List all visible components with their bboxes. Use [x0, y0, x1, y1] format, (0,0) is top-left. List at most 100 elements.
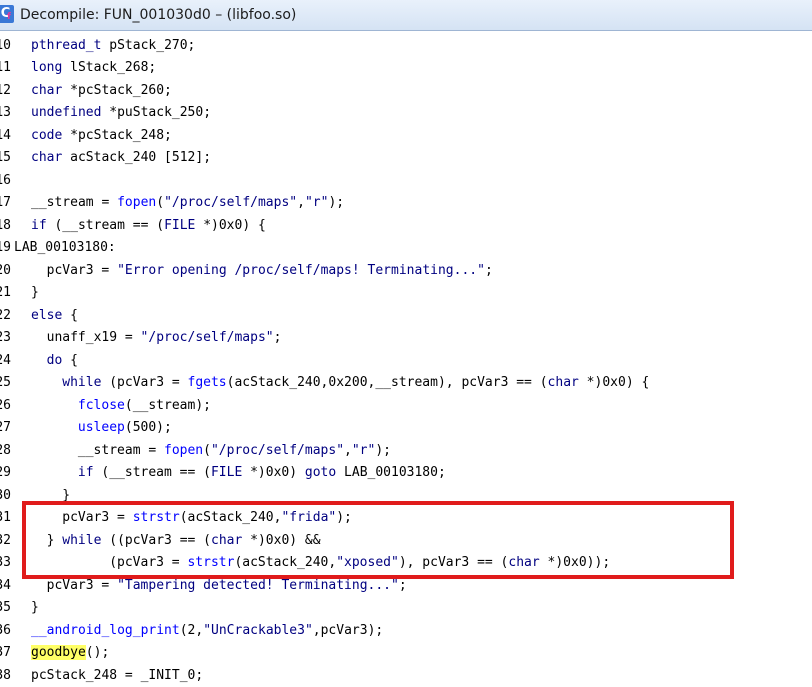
keyword-token[interactable]: do — [47, 353, 63, 368]
code-line[interactable]: 36 __android_log_print(2,"UnCrackable3",p… — [0, 620, 812, 642]
code-text[interactable]: goodbye(); — [31, 642, 109, 664]
code-line[interactable]: 10 pthread_t pStack_270; — [0, 35, 812, 57]
code-token[interactable]: , — [344, 443, 352, 458]
code-line[interactable]: 21} — [0, 282, 812, 304]
string-literal-token[interactable]: "/proc/self/maps" — [164, 195, 297, 210]
code-line[interactable]: 37 goodbye(); — [0, 642, 812, 664]
code-text[interactable]: unaff_x19 = "/proc/self/maps"; — [47, 327, 282, 349]
highlighted-token[interactable]: goodbye — [31, 645, 86, 660]
function-call-token[interactable]: __android_log_print — [31, 623, 180, 638]
code-token[interactable]: __stream = — [31, 195, 117, 210]
code-token[interactable]: pcVar3 = — [47, 578, 117, 593]
string-literal-token[interactable]: "Tampering detected! Terminating..." — [117, 578, 399, 593]
code-token[interactable]: pStack_270; — [101, 38, 195, 53]
keyword-token[interactable]: char — [31, 150, 62, 165]
function-call-token[interactable]: fopen — [117, 195, 156, 210]
code-token[interactable]: } — [31, 285, 39, 300]
code-line[interactable]: 23 unaff_x19 = "/proc/self/maps"; — [0, 327, 812, 349]
code-text[interactable]: code *pcStack_248; — [31, 125, 172, 147]
window-titlebar[interactable]: Cf Decompile: FUN_001030d0 – (libfoo.so) — [0, 0, 812, 31]
function-call-token[interactable]: fopen — [164, 443, 203, 458]
code-line[interactable]: 19LAB_00103180: — [0, 237, 812, 259]
code-text[interactable]: long lStack_268; — [31, 57, 156, 79]
code-token[interactable]: ; — [274, 330, 282, 345]
code-text[interactable]: LAB_00103180: — [14, 237, 116, 259]
code-token[interactable]: unaff_x19 = — [47, 330, 141, 345]
code-text[interactable]: } — [31, 282, 39, 304]
code-token[interactable]: (__stream == ( — [47, 218, 164, 233]
code-line[interactable]: 13 undefined *puStack_250; — [0, 102, 812, 124]
code-token[interactable]: __stream = — [78, 443, 164, 458]
keyword-token[interactable]: if — [78, 465, 94, 480]
code-text[interactable]: pcStack_248 = _INIT_0; — [31, 665, 203, 687]
code-text[interactable]: pcVar3 = "Error opening /proc/self/maps!… — [47, 260, 493, 282]
code-text[interactable]: char *pcStack_260; — [31, 80, 172, 102]
keyword-token[interactable]: FILE — [211, 465, 242, 480]
code-text[interactable]: __stream = fopen("/proc/self/maps","r"); — [31, 192, 344, 214]
keyword-token[interactable]: while — [62, 375, 101, 390]
string-literal-token[interactable]: "Error opening /proc/self/maps! Terminat… — [117, 263, 485, 278]
keyword-token[interactable]: goto — [305, 465, 336, 480]
code-token[interactable]: ( — [203, 443, 211, 458]
code-line[interactable]: 15 char acStack_240 [512]; — [0, 147, 812, 169]
code-token[interactable]: *)0x0) — [242, 465, 305, 480]
code-text[interactable]: fclose(__stream); — [78, 395, 211, 417]
code-token[interactable]: ,pcVar3); — [313, 623, 383, 638]
code-token[interactable]: pcVar3 = — [47, 263, 117, 278]
code-line[interactable]: 11 long lStack_268; — [0, 57, 812, 79]
code-token[interactable]: { — [62, 308, 78, 323]
code-line[interactable]: 16 — [0, 170, 812, 192]
code-line[interactable]: 20 pcVar3 = "Error opening /proc/self/map… — [0, 260, 812, 282]
code-token[interactable]: *puStack_250; — [101, 105, 211, 120]
string-literal-token[interactable]: "/proc/self/maps" — [141, 330, 274, 345]
code-text[interactable]: } — [31, 597, 39, 619]
code-text[interactable]: usleep(500); — [78, 417, 172, 439]
function-call-token[interactable]: fclose — [78, 398, 125, 413]
keyword-token[interactable]: else — [31, 308, 62, 323]
code-line[interactable]: 38 pcStack_248 = _INIT_0; — [0, 665, 812, 687]
code-line[interactable]: 35} — [0, 597, 812, 619]
code-token[interactable]: *pcStack_260; — [62, 83, 172, 98]
code-token[interactable]: ; — [399, 578, 407, 593]
code-line[interactable]: 24 do { — [0, 350, 812, 372]
keyword-token[interactable]: long — [31, 60, 62, 75]
code-line[interactable]: 26 fclose(__stream); — [0, 395, 812, 417]
code-token[interactable]: (__stream == ( — [94, 465, 211, 480]
code-line[interactable]: 18 if (__stream == (FILE *)0x0) { — [0, 215, 812, 237]
string-literal-token[interactable]: "r" — [305, 195, 328, 210]
code-token[interactable]: (); — [86, 645, 109, 660]
code-token[interactable]: pcStack_248 = _INIT_0; — [31, 668, 203, 683]
code-text[interactable]: if (__stream == (FILE *)0x0) { — [31, 215, 266, 237]
code-line[interactable]: 17 __stream = fopen("/proc/self/maps","r"… — [0, 192, 812, 214]
code-text[interactable]: pthread_t pStack_270; — [31, 35, 195, 57]
keyword-token[interactable]: FILE — [164, 218, 195, 233]
function-call-token[interactable]: fgets — [188, 375, 227, 390]
code-token[interactable]: (2, — [180, 623, 203, 638]
keyword-token[interactable]: char — [31, 83, 62, 98]
code-line[interactable]: 22 else { — [0, 305, 812, 327]
code-line[interactable]: 29 if (__stream == (FILE *)0x0) goto LAB_… — [0, 462, 812, 484]
code-token[interactable]: (__stream); — [125, 398, 211, 413]
code-token[interactable]: *)0x0) { — [579, 375, 650, 390]
code-line[interactable]: 25 while (pcVar3 = fgets(acStack_240,0x20… — [0, 372, 812, 394]
code-token[interactable]: *pcStack_248; — [62, 128, 172, 143]
code-token[interactable]: (acStack_240,0x200,__stream), pcVar3 == … — [227, 375, 548, 390]
keyword-token[interactable]: if — [31, 218, 47, 233]
code-token[interactable]: ); — [328, 195, 344, 210]
code-text[interactable]: char acStack_240 [512]; — [31, 147, 211, 169]
string-literal-token[interactable]: "UnCrackable3" — [203, 623, 313, 638]
code-text[interactable]: __stream = fopen("/proc/self/maps","r"); — [78, 440, 391, 462]
code-token[interactable]: , — [297, 195, 305, 210]
keyword-token[interactable]: char — [548, 375, 579, 390]
code-token[interactable]: (500); — [125, 420, 172, 435]
code-line[interactable]: 28 __stream = fopen("/proc/self/maps","r"… — [0, 440, 812, 462]
code-text[interactable]: if (__stream == (FILE *)0x0) goto LAB_00… — [78, 462, 446, 484]
code-token[interactable]: lStack_268; — [62, 60, 156, 75]
string-literal-token[interactable]: "r" — [352, 443, 375, 458]
code-line[interactable]: 14 code *pcStack_248; — [0, 125, 812, 147]
code-token[interactable]: { — [62, 353, 78, 368]
code-token[interactable]: LAB_00103180: — [14, 240, 116, 255]
code-text[interactable]: __android_log_print(2,"UnCrackable3",pcV… — [31, 620, 383, 642]
code-token[interactable]: ; — [485, 263, 493, 278]
keyword-token[interactable]: code — [31, 128, 62, 143]
